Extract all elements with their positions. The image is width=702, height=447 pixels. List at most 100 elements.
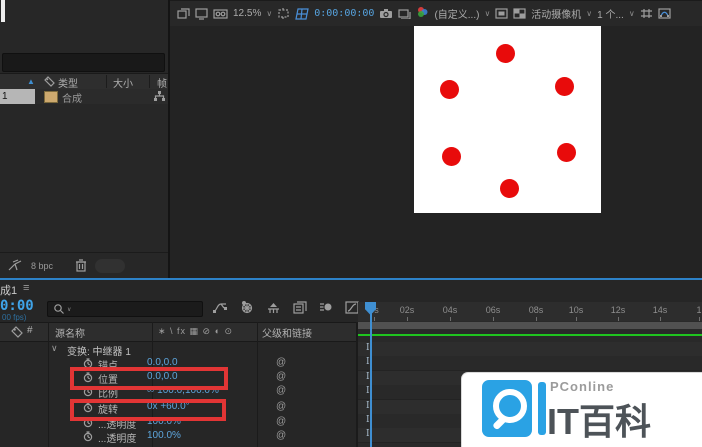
fast-previews-icon[interactable]: [495, 8, 508, 19]
collapse-chevron-icon[interactable]: ∨: [51, 343, 58, 354]
grid-guides-icon[interactable]: [640, 8, 653, 19]
frame-rate-label: 00 fps): [2, 313, 26, 322]
composition-mini-flowchart-icon[interactable]: [212, 301, 228, 314]
snapshot-camera-icon[interactable]: [379, 8, 393, 19]
project-panel: ▲ 类型 大小 帧 1 合成 8 bpc: [0, 0, 168, 278]
column-divider[interactable]: [106, 75, 107, 88]
show-channel-icon[interactable]: [416, 6, 429, 21]
pixel-aspect-icon[interactable]: [513, 8, 526, 19]
shy-layers-icon[interactable]: [266, 301, 281, 314]
graph-editor-icon[interactable]: [345, 301, 359, 314]
bit-depth-button[interactable]: 8 bpc: [31, 261, 53, 271]
exposure-layout-dropdown[interactable]: (自定义...): [434, 6, 479, 21]
watermark-logo: [482, 380, 532, 437]
project-flowchart-button[interactable]: [95, 259, 125, 273]
column-parent-link[interactable]: 父级和链接: [262, 325, 312, 340]
column-divider[interactable]: [149, 75, 150, 88]
view-count-dropdown[interactable]: 1 个...: [597, 6, 624, 21]
frame-blending-icon[interactable]: [293, 301, 307, 314]
property-label: ...透明度: [98, 430, 136, 445]
show-snapshot-icon[interactable]: [398, 8, 411, 19]
composition-panel: 12.5% ∨ 0:00:00:00 (自定义...) ∨: [168, 0, 702, 278]
preview-timecode[interactable]: 0:00:00:00: [314, 8, 374, 19]
composition-icon: [44, 91, 58, 103]
ruler-tick-label: 02s: [400, 305, 415, 315]
search-icon: [53, 303, 65, 315]
project-thumbnail: [1, 0, 5, 22]
time-ruler[interactable]: 0s02s04s06s08s10s12s14s1: [358, 302, 702, 322]
column-type[interactable]: 类型: [58, 75, 78, 90]
chevron-down-icon[interactable]: ∨: [484, 9, 490, 18]
current-timecode[interactable]: 0:00: [0, 298, 34, 314]
transparency-grid-icon[interactable]: [295, 8, 309, 20]
stopwatch-icon[interactable]: [83, 431, 93, 442]
interpret-footage-icon[interactable]: [8, 259, 23, 272]
annotation-box-position: [70, 367, 228, 390]
region-of-interest-icon[interactable]: [277, 8, 290, 19]
project-list-header: ▲ 类型 大小 帧: [0, 73, 168, 90]
main-viewer-icon[interactable]: [195, 8, 208, 20]
red-dot: [500, 179, 519, 198]
pickwhip-icon[interactable]: @: [276, 416, 286, 427]
project-panel-footer: 8 bpc: [0, 252, 168, 278]
motion-blur-icon[interactable]: [319, 301, 333, 313]
track-row[interactable]: [358, 356, 702, 371]
column-size[interactable]: 大小: [113, 75, 133, 90]
column-frame-rate[interactable]: 帧: [157, 75, 167, 90]
chevron-down-icon[interactable]: ∨: [266, 9, 272, 18]
timeline-tab-label[interactable]: 成1: [0, 282, 17, 298]
project-item-type: 合成: [62, 90, 82, 105]
track-row[interactable]: [358, 342, 702, 357]
camera-view-dropdown[interactable]: 活动摄像机: [531, 6, 581, 21]
project-item-name[interactable]: 1: [0, 89, 35, 104]
draft-3d-icon[interactable]: [240, 300, 254, 314]
label-color-column-icon[interactable]: [44, 76, 55, 87]
timeline-search-input[interactable]: ∨: [47, 301, 203, 317]
stereo-viewer-icon[interactable]: [213, 8, 228, 20]
timeline-toolbar: [212, 300, 359, 314]
watermark-card: PConline IT百科: [462, 373, 702, 447]
pickwhip-icon[interactable]: @: [276, 357, 286, 368]
sort-ascending-icon[interactable]: ▲: [27, 77, 35, 86]
rendered-frames-indicator: [358, 334, 702, 336]
pickwhip-icon[interactable]: @: [276, 385, 286, 396]
transform-group-row[interactable]: ∨ 变换: 中继器 1: [0, 343, 358, 357]
trash-icon[interactable]: [75, 259, 87, 272]
ruler-tick-label: 08s: [529, 305, 544, 315]
ruler-tick-label: 14s: [653, 305, 668, 315]
ruler-tick-label: 04s: [443, 305, 458, 315]
comp-toolbar: 12.5% ∨ 0:00:00:00 (自定义...) ∨: [170, 0, 702, 26]
ruler-tick-label: 10s: [569, 305, 584, 315]
panel-menu-icon[interactable]: ≡: [23, 282, 29, 294]
red-dot: [496, 44, 515, 63]
property-row-end-opacity[interactable]: ...透明度 100.0% @: [0, 430, 358, 444]
magnifier-handle: [492, 416, 507, 431]
composition-network-icon: [153, 90, 166, 102]
ruler-tick-label: 12s: [611, 305, 626, 315]
group-label: 变换: 中继器 1: [67, 343, 131, 358]
column-switches-icons[interactable]: ∗ \ fx ▦ ⊘ ◐ ⊙: [158, 326, 233, 337]
project-item-row[interactable]: 1 合成: [0, 89, 168, 104]
pickwhip-icon[interactable]: @: [276, 401, 286, 412]
watermark-ribbon: [538, 382, 546, 435]
playhead-line[interactable]: [370, 302, 372, 447]
pickwhip-icon[interactable]: @: [276, 430, 286, 441]
layer-list-header: # 源名称 ∗ \ fx ▦ ⊘ ◐ ⊙ 父级和链接: [0, 322, 358, 342]
label-color-column-icon[interactable]: [11, 326, 23, 338]
ruler-tick-label: 1: [696, 305, 701, 315]
chevron-down-icon[interactable]: ∨: [629, 9, 635, 18]
property-value[interactable]: 100.0%: [147, 430, 181, 441]
always-preview-icon[interactable]: [177, 8, 190, 20]
red-dot: [440, 80, 459, 99]
mask-visibility-icon[interactable]: [658, 8, 671, 19]
pickwhip-icon[interactable]: @: [276, 371, 286, 382]
project-search-input[interactable]: [2, 53, 165, 72]
magnification-dropdown[interactable]: 12.5%: [233, 8, 261, 19]
chevron-down-icon[interactable]: ∨: [586, 9, 592, 18]
chevron-down-icon: ∨: [67, 306, 71, 313]
column-source-name[interactable]: 源名称: [55, 325, 85, 340]
comp-canvas[interactable]: [414, 26, 601, 213]
column-number[interactable]: #: [27, 325, 33, 336]
annotation-box-rotation: [70, 399, 226, 421]
watermark-title: IT百科: [547, 393, 651, 445]
